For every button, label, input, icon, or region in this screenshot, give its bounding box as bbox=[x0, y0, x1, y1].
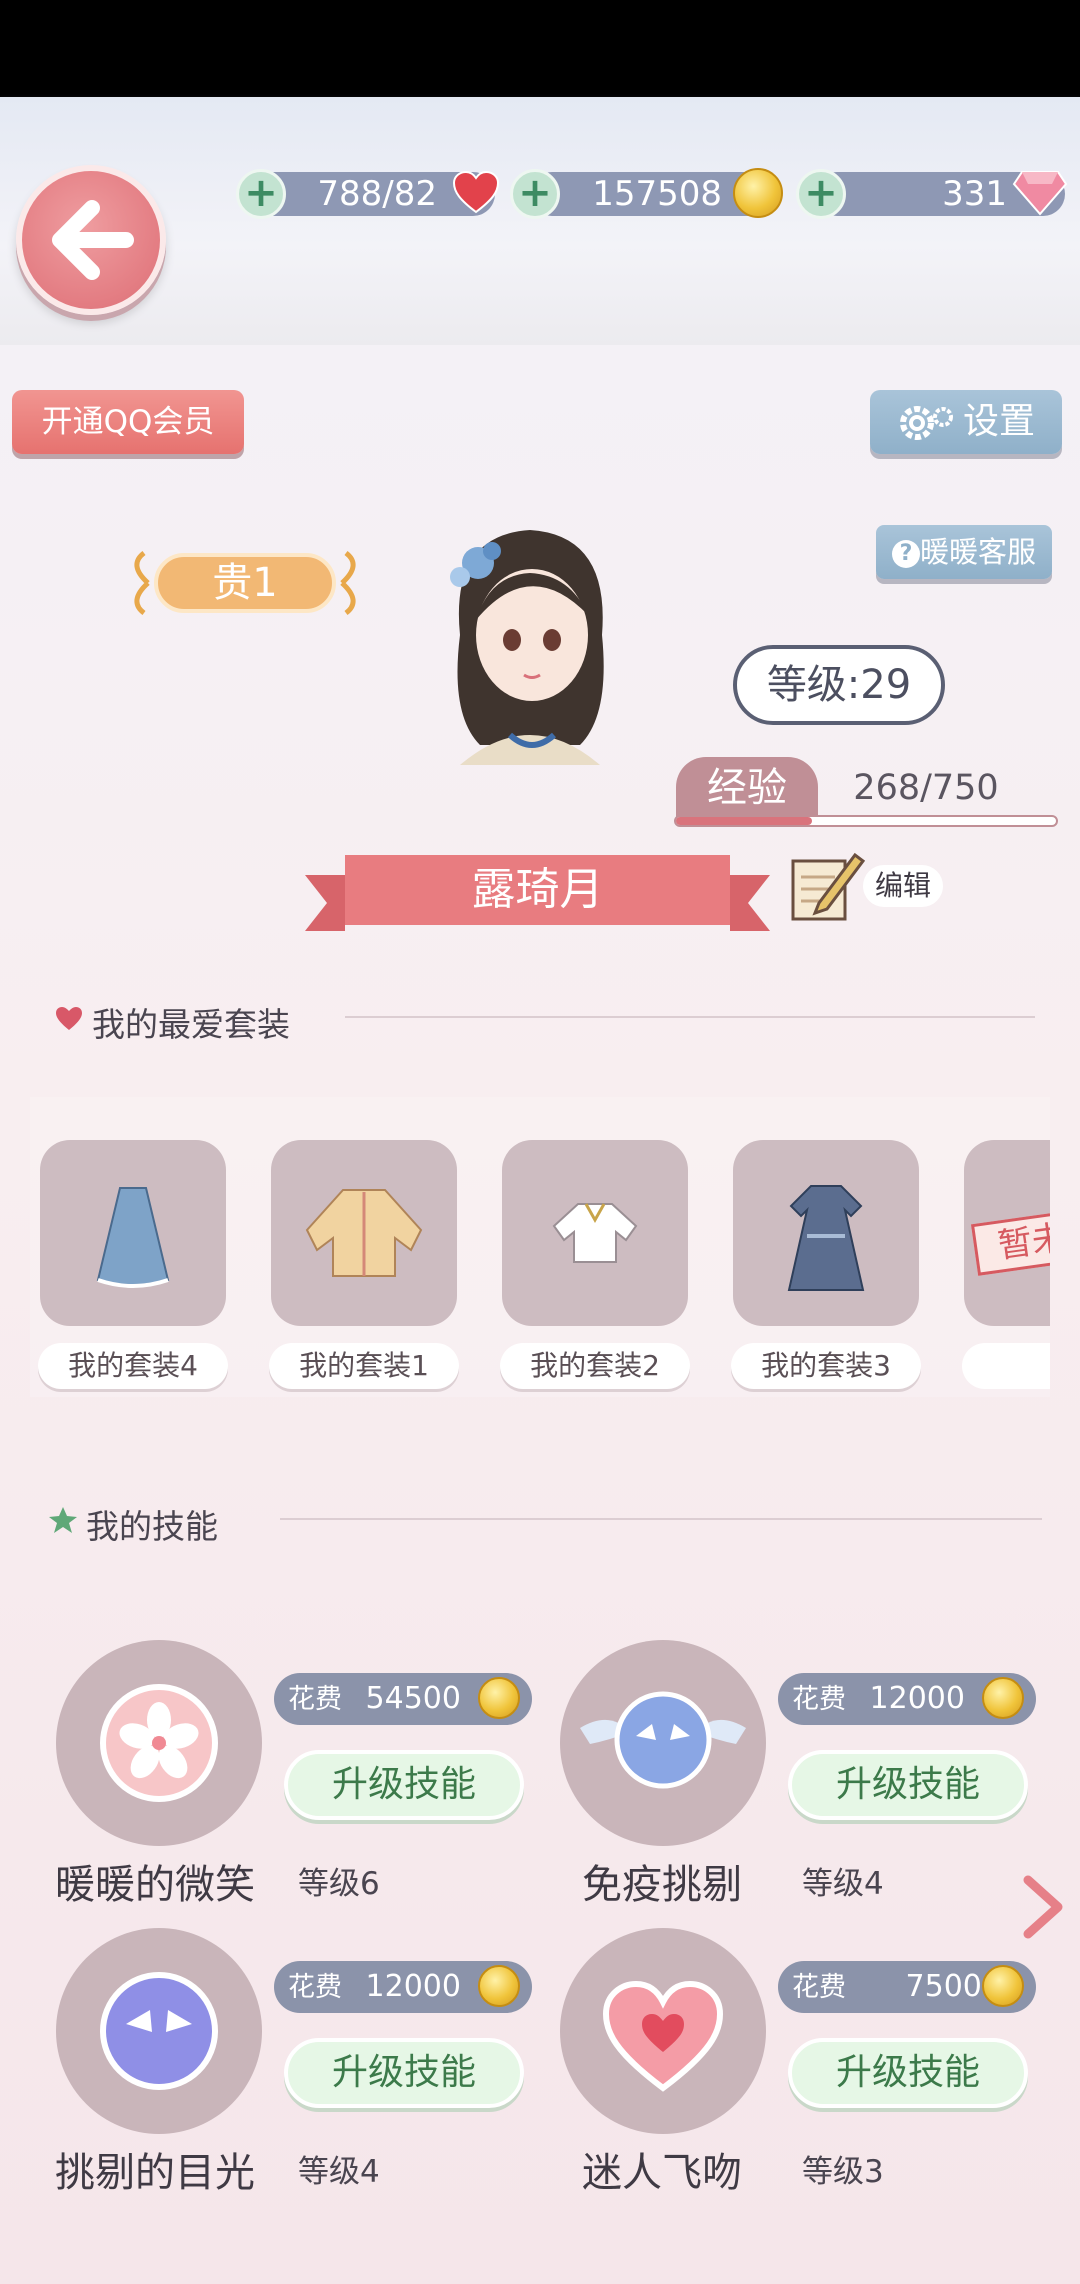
upgrade-skill-button-1[interactable]: 升级技能 bbox=[284, 1750, 524, 1820]
exp-tab: 经验 bbox=[676, 757, 818, 819]
critical-eye-icon bbox=[100, 1972, 218, 2090]
heart-icon bbox=[452, 170, 500, 214]
skill-level-3: 等级4 bbox=[298, 2154, 380, 2190]
customer-service-label: 暖暖客服 bbox=[919, 535, 1036, 569]
exp-progress-bar bbox=[674, 815, 1058, 827]
avatar[interactable] bbox=[420, 515, 640, 775]
add-stamina-button[interactable]: + bbox=[236, 169, 286, 219]
skill-name-1: 暖暖的微笑 bbox=[55, 1862, 255, 1908]
outfit-label-1: 我的套装4 bbox=[38, 1343, 228, 1389]
qq-member-label: 开通QQ会员 bbox=[41, 404, 215, 440]
diamond-value: 331 bbox=[942, 174, 1007, 214]
coin-icon bbox=[982, 1677, 1024, 1719]
stamina-value: 788/82 bbox=[317, 174, 437, 214]
skill-level-4: 等级3 bbox=[802, 2154, 884, 2190]
exp-value: 268/750 bbox=[853, 768, 999, 808]
cost-label: 花费 bbox=[288, 1684, 342, 1715]
cost-value: 54500 bbox=[365, 1681, 461, 1716]
diamond-icon bbox=[1012, 171, 1068, 216]
vip-rank-label: 贵1 bbox=[212, 560, 278, 606]
heart-kiss-icon bbox=[602, 1980, 724, 2092]
skill-icon-slot-4[interactable] bbox=[560, 1928, 766, 2134]
skill-name-4: 迷人飞吻 bbox=[582, 2150, 742, 2196]
chevron-right-icon[interactable] bbox=[1018, 1872, 1068, 1942]
gear-icon bbox=[899, 406, 953, 440]
coin-icon bbox=[478, 1677, 520, 1719]
outfit-card-empty[interactable]: 暂未 bbox=[964, 1140, 1050, 1326]
outfit-label-3: 我的套装2 bbox=[500, 1343, 690, 1389]
help-icon: ? bbox=[891, 540, 920, 568]
outfit-label-2: 我的套装1 bbox=[269, 1343, 459, 1389]
outfit-label-4: 我的套装3 bbox=[731, 1343, 921, 1389]
coin-icon bbox=[982, 1965, 1024, 2007]
skills-divider bbox=[280, 1518, 1042, 1520]
skills-title: 我的技能 bbox=[86, 1507, 218, 1546]
coin-icon bbox=[733, 168, 783, 218]
upgrade-label: 升级技能 bbox=[835, 1764, 980, 1805]
dress-icon bbox=[787, 1185, 865, 1291]
edit-label: 编辑 bbox=[863, 865, 943, 907]
star-bullet-icon bbox=[49, 1507, 77, 1533]
back-button[interactable] bbox=[16, 165, 166, 315]
winged-mask-icon bbox=[580, 1691, 746, 1789]
pencil-notebook-icon bbox=[791, 852, 865, 921]
upgrade-skill-button-4[interactable]: 升级技能 bbox=[788, 2038, 1028, 2108]
cost-label: 花费 bbox=[792, 1972, 846, 2003]
coin-icon bbox=[478, 1965, 520, 2007]
outfit-label-empty bbox=[962, 1343, 1050, 1389]
customer-service-button[interactable]: ? 暖暖客服 bbox=[876, 525, 1052, 579]
player-name: 露琦月 bbox=[471, 864, 604, 915]
outfit-card-1[interactable] bbox=[40, 1140, 226, 1326]
jacket-icon bbox=[305, 1189, 423, 1277]
add-diamond-button[interactable]: + bbox=[796, 169, 846, 219]
cost-label: 花费 bbox=[288, 1972, 342, 2003]
skill-name-3: 挑剔的目光 bbox=[55, 2150, 255, 2196]
favorites-title: 我的最爱套装 bbox=[92, 1005, 290, 1044]
cost-value: 12000 bbox=[869, 1681, 965, 1716]
upgrade-label: 升级技能 bbox=[835, 2052, 980, 2093]
favorites-divider bbox=[345, 1016, 1035, 1018]
blouse-icon bbox=[552, 1203, 638, 1263]
upgrade-label: 升级技能 bbox=[331, 1764, 476, 1805]
heart-bullet-icon bbox=[56, 1007, 82, 1030]
skill-icon-slot-3[interactable] bbox=[56, 1928, 262, 2134]
skill-level-1: 等级6 bbox=[298, 1866, 380, 1902]
upgrade-skill-button-2[interactable]: 升级技能 bbox=[788, 1750, 1028, 1820]
edit-name-button[interactable]: 编辑 bbox=[785, 845, 945, 925]
status-bar bbox=[0, 0, 1080, 97]
skill-name-2: 免疫挑剔 bbox=[582, 1862, 742, 1908]
skill-icon-slot-2[interactable] bbox=[560, 1640, 766, 1846]
outfit-card-3[interactable] bbox=[502, 1140, 688, 1326]
level-badge: 等级:29 bbox=[733, 645, 945, 725]
cost-value: 12000 bbox=[365, 1969, 461, 2004]
cost-label: 花费 bbox=[792, 1684, 846, 1715]
arrow-left-icon bbox=[52, 200, 134, 280]
exp-progress-fill bbox=[676, 817, 812, 825]
exp-label: 经验 bbox=[707, 765, 787, 811]
add-gold-button[interactable]: + bbox=[510, 169, 560, 219]
skirt-icon bbox=[96, 1187, 170, 1288]
gold-value: 157508 bbox=[592, 174, 722, 214]
level-label: 等级:29 bbox=[766, 662, 912, 708]
upgrade-label: 升级技能 bbox=[331, 2052, 476, 2093]
skill-level-2: 等级4 bbox=[802, 1866, 884, 1902]
qq-member-button[interactable]: 开通QQ会员 bbox=[12, 390, 244, 454]
skill-icon-slot-1[interactable] bbox=[56, 1640, 262, 1846]
vip-badge[interactable]: 贵1 bbox=[126, 545, 364, 621]
outfit-card-4[interactable] bbox=[733, 1140, 919, 1326]
cost-value: 7500 bbox=[905, 1969, 982, 2004]
outfit-card-2[interactable] bbox=[271, 1140, 457, 1326]
settings-button[interactable]: 设置 bbox=[870, 390, 1062, 454]
settings-label: 设置 bbox=[962, 401, 1035, 442]
upgrade-skill-button-3[interactable]: 升级技能 bbox=[284, 2038, 524, 2108]
cherry-blossom-icon bbox=[100, 1684, 218, 1802]
